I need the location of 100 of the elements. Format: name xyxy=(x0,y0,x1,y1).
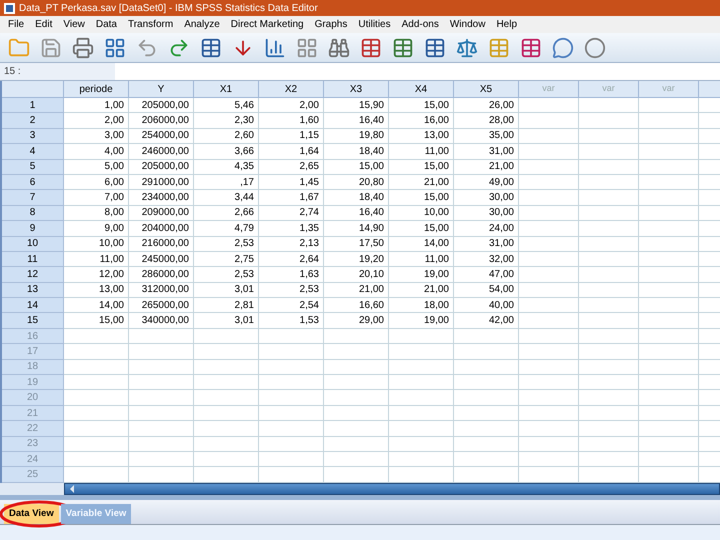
table-cell xyxy=(129,390,194,406)
table-cell xyxy=(324,360,389,376)
row-number[interactable]: 11 xyxy=(2,252,64,268)
table-cell xyxy=(579,375,639,390)
table-cell xyxy=(454,436,519,452)
table-cell xyxy=(639,221,699,237)
menu-item[interactable]: Add-ons xyxy=(402,17,439,32)
table-cell xyxy=(579,267,639,283)
table-cell: 286000,00 xyxy=(129,267,194,283)
menu-item[interactable]: Help xyxy=(496,17,518,32)
table-cell xyxy=(639,436,699,452)
table-cell: 2,13 xyxy=(259,236,324,252)
menu-item[interactable]: Graphs xyxy=(314,17,348,32)
table-cell xyxy=(579,313,639,329)
menu-item[interactable]: Edit xyxy=(35,17,52,32)
menu-item[interactable]: Direct Marketing xyxy=(230,17,304,32)
row-number[interactable]: 14 xyxy=(2,298,64,314)
redo-icon[interactable] xyxy=(168,36,190,58)
table-cell xyxy=(259,452,324,468)
table-cell xyxy=(194,360,259,376)
column-header[interactable]: X4 xyxy=(389,81,454,98)
table-cell xyxy=(389,328,454,344)
table-cell xyxy=(579,128,639,144)
table-cell xyxy=(194,375,259,390)
horizontal-scrollbar[interactable] xyxy=(64,482,720,495)
table-cell: 6,00 xyxy=(64,174,129,190)
grid-icon[interactable] xyxy=(296,36,318,58)
row-number[interactable]: 10 xyxy=(2,236,64,252)
table-cell xyxy=(259,360,324,376)
menu-item[interactable]: File xyxy=(8,17,24,32)
row-number[interactable]: 3 xyxy=(2,128,64,144)
table-cell xyxy=(389,344,454,360)
row-number[interactable]: 12 xyxy=(2,267,64,283)
table-cell xyxy=(259,344,324,360)
table-cell xyxy=(389,436,454,452)
table-cell xyxy=(324,452,389,468)
table-cell: 16,60 xyxy=(324,298,389,314)
menu-item[interactable]: Analyze xyxy=(184,17,220,32)
table-cell xyxy=(639,190,699,206)
table-cell xyxy=(519,144,579,160)
speech-bubble-icon[interactable] xyxy=(552,36,574,58)
scroll-left-icon[interactable] xyxy=(69,484,75,493)
save-icon[interactable] xyxy=(40,36,62,58)
table-cell xyxy=(639,144,699,160)
row-number[interactable]: 15 xyxy=(2,313,64,329)
column-header[interactable]: periode xyxy=(64,81,129,98)
table-cell xyxy=(639,160,699,175)
table-cell: 1,53 xyxy=(259,313,324,329)
splitter[interactable] xyxy=(0,494,720,500)
table-cell xyxy=(129,344,194,360)
column-header[interactable]: X3 xyxy=(324,81,389,98)
table-cell xyxy=(129,436,194,452)
table-cell xyxy=(389,421,454,437)
table-cell xyxy=(194,406,259,422)
row-number[interactable]: 13 xyxy=(2,282,64,298)
printer-icon[interactable] xyxy=(72,36,94,58)
table-cell: 245000,00 xyxy=(129,252,194,268)
menu-item[interactable]: Utilities xyxy=(358,17,391,32)
table-cell: 1,45 xyxy=(259,174,324,190)
table-cell xyxy=(454,452,519,468)
column-header[interactable]: Y xyxy=(129,81,194,98)
table-cell: 254000,00 xyxy=(129,128,194,144)
row-number[interactable]: 5 xyxy=(2,160,64,175)
table-cell xyxy=(64,328,129,344)
column-header[interactable]: X5 xyxy=(454,81,519,98)
table-cell xyxy=(639,267,699,283)
table-cell: ,17 xyxy=(194,174,259,190)
menu-item[interactable]: View xyxy=(63,17,85,32)
menu-item[interactable]: Data xyxy=(96,17,117,32)
table-cell xyxy=(194,328,259,344)
row-number[interactable]: 6 xyxy=(2,174,64,190)
column-header[interactable]: X1 xyxy=(194,81,259,98)
row-number[interactable]: 4 xyxy=(2,144,64,160)
table-cell: 206000,00 xyxy=(129,113,194,129)
menu-item[interactable]: Transform xyxy=(128,17,174,32)
row-number[interactable]: 9 xyxy=(2,221,64,237)
cell-reference: 15 : xyxy=(0,63,115,80)
row-number[interactable]: 7 xyxy=(2,190,64,206)
table-cell: 3,01 xyxy=(194,282,259,298)
menu-item[interactable]: Window xyxy=(450,17,486,32)
column-header[interactable]: X2 xyxy=(259,81,324,98)
scale-icon[interactable] xyxy=(456,36,478,58)
table-cell: 13,00 xyxy=(389,128,454,144)
table-cell: 209000,00 xyxy=(129,206,194,222)
table-cell: 3,66 xyxy=(194,144,259,160)
table-cell xyxy=(519,282,579,298)
table-cell xyxy=(639,406,699,422)
table-cell xyxy=(519,190,579,206)
binoculars-icon[interactable] xyxy=(328,36,350,58)
table-cell: 2,30 xyxy=(194,113,259,129)
table-cell xyxy=(519,267,579,283)
undo-icon[interactable] xyxy=(136,36,158,58)
row-number[interactable]: 8 xyxy=(2,206,64,222)
table-cell: 14,00 xyxy=(389,236,454,252)
row-number[interactable]: 1 xyxy=(2,98,64,114)
table-cell xyxy=(639,360,699,376)
row-number[interactable]: 2 xyxy=(2,113,64,129)
table-cell xyxy=(579,406,639,422)
table-cell xyxy=(639,344,699,360)
table-cell xyxy=(324,328,389,344)
